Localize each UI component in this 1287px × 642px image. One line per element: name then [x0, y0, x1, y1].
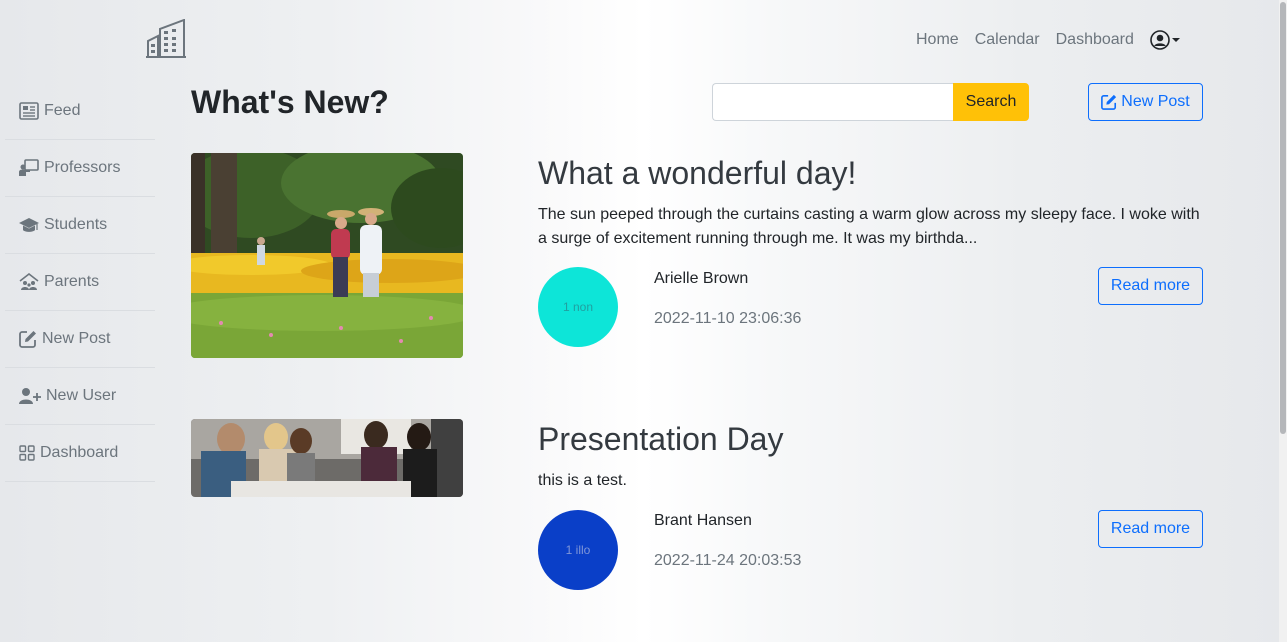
read-more-button[interactable]: Read more: [1098, 510, 1203, 548]
new-post-label: New Post: [1121, 93, 1190, 110]
post-title[interactable]: Presentation Day: [538, 420, 783, 458]
chevron-down-icon: [1171, 38, 1180, 42]
nav-calendar-link[interactable]: Calendar: [967, 29, 1048, 51]
new-post-button[interactable]: New Post: [1088, 83, 1203, 121]
post-title[interactable]: What a wonderful day!: [538, 154, 856, 192]
avatar: 1 illo: [538, 510, 618, 590]
nav-dashboard-link[interactable]: Dashboard: [1048, 29, 1142, 51]
scrollbar[interactable]: [1279, 0, 1287, 642]
edit-icon: [19, 331, 36, 348]
avatar: 1 non: [538, 267, 618, 347]
post-image-students[interactable]: [191, 419, 463, 497]
sidebar: Feed Professors Students Parents New Pos…: [5, 83, 155, 482]
post-image-flower-field[interactable]: [191, 153, 463, 358]
sidebar-item-label: New User: [46, 387, 117, 404]
sidebar-item-parents[interactable]: Parents: [5, 254, 155, 311]
family-house-icon: [19, 273, 39, 290]
avatar-placeholder-text: 1 illo: [565, 543, 591, 557]
search-form: Search: [712, 83, 1029, 121]
post-date: 2022-11-10 23:06:36: [654, 310, 802, 327]
search-button[interactable]: Search: [953, 83, 1029, 121]
grid-icon: [19, 445, 35, 461]
user-menu-toggle[interactable]: [1150, 30, 1180, 50]
sidebar-item-label: New Post: [42, 330, 111, 347]
sidebar-item-dashboard[interactable]: Dashboard: [5, 425, 155, 482]
sidebar-item-label: Dashboard: [40, 444, 119, 461]
post-excerpt: The sun peeped through the curtains cast…: [538, 206, 1200, 247]
nav-home-link[interactable]: Home: [908, 29, 967, 51]
post-author: Arielle Brown: [654, 270, 749, 287]
sidebar-item-new-post[interactable]: New Post: [5, 311, 155, 368]
chalkboard-teacher-icon: [19, 159, 39, 176]
user-circle-icon: [1150, 30, 1170, 50]
sidebar-item-students[interactable]: Students: [5, 197, 155, 254]
post-author: Brant Hansen: [654, 512, 752, 529]
sidebar-item-label: Parents: [44, 273, 100, 290]
newspaper-icon: [19, 102, 39, 120]
search-input[interactable]: [712, 83, 953, 121]
building-logo-icon[interactable]: [146, 18, 186, 59]
sidebar-item-professors[interactable]: Professors: [5, 140, 155, 197]
sidebar-item-label: Professors: [44, 159, 121, 176]
sidebar-item-new-user[interactable]: New User: [5, 368, 155, 425]
top-nav: Home Calendar Dashboard: [908, 29, 1180, 51]
sidebar-item-label: Feed: [44, 102, 81, 119]
edit-icon: [1101, 94, 1117, 110]
sidebar-item-feed[interactable]: Feed: [5, 83, 155, 140]
post-excerpt: this is a test.: [538, 472, 627, 489]
graduation-cap-icon: [19, 218, 39, 232]
avatar-placeholder-text: 1 non: [562, 300, 594, 314]
page-title: What's New?: [191, 84, 389, 120]
user-plus-icon: [19, 388, 41, 404]
sidebar-item-label: Students: [44, 216, 108, 233]
read-more-button[interactable]: Read more: [1098, 267, 1203, 305]
post-date: 2022-11-24 20:03:53: [654, 552, 802, 569]
scrollbar-thumb[interactable]: [1280, 2, 1286, 434]
